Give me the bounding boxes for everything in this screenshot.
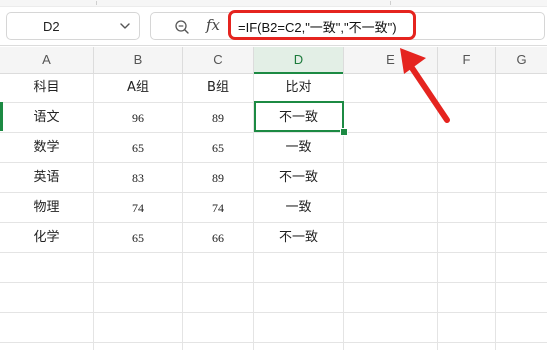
cell-result[interactable]: 不一致: [254, 163, 343, 193]
toolbar-divider: [390, 1, 391, 5]
cell-reference: D2: [43, 19, 60, 34]
grid-line: [0, 282, 547, 283]
cell-group-a[interactable]: 65: [94, 223, 182, 253]
cell-group-a[interactable]: 83: [94, 163, 182, 193]
cell-group-b[interactable]: 89: [183, 163, 253, 193]
zoom-icon[interactable]: [174, 19, 190, 35]
arrow-icon: [400, 48, 450, 123]
cell-group-a[interactable]: 74: [94, 193, 182, 223]
fill-handle[interactable]: [340, 128, 348, 136]
cell-c1[interactable]: B组: [183, 73, 253, 103]
cell-result[interactable]: 不一致: [254, 223, 343, 253]
column-header-a[interactable]: A: [0, 47, 94, 73]
column-header-b[interactable]: B: [94, 47, 183, 73]
cell-group-b[interactable]: 65: [183, 133, 253, 163]
cell-a1[interactable]: 科目: [0, 73, 93, 103]
column-header-g[interactable]: G: [496, 47, 547, 73]
cell-subject[interactable]: 数学: [0, 133, 93, 163]
cell-d1[interactable]: 比对: [254, 73, 343, 103]
cell-subject[interactable]: 语文: [0, 103, 93, 133]
column-header-c[interactable]: C: [183, 47, 254, 73]
spreadsheet-window: D2 fx =IF(B2=C2,"一致","不一致") A B C D E F …: [0, 0, 547, 350]
column-header-d[interactable]: D: [254, 47, 344, 74]
formula-highlight-box: [228, 10, 416, 40]
cell-group-b[interactable]: 89: [183, 103, 253, 133]
toolbar-divider: [96, 1, 97, 5]
fx-icon[interactable]: fx: [206, 16, 220, 34]
chevron-down-icon[interactable]: [119, 19, 131, 33]
cell-subject[interactable]: 英语: [0, 163, 93, 193]
selected-cell-outline[interactable]: [254, 101, 344, 132]
cell-group-b[interactable]: 74: [183, 193, 253, 223]
cell-result[interactable]: 一致: [254, 133, 343, 163]
cell-result[interactable]: 一致: [254, 193, 343, 223]
cell-group-a[interactable]: 96: [94, 103, 182, 133]
cell-group-a[interactable]: 65: [94, 133, 182, 163]
grid-line: [0, 342, 547, 343]
cell-subject[interactable]: 化学: [0, 223, 93, 253]
toolbar-edge: [0, 0, 547, 7]
grid-line: [495, 74, 496, 350]
cell-subject[interactable]: 物理: [0, 193, 93, 223]
grid-line: [0, 312, 547, 313]
name-box[interactable]: D2: [6, 12, 140, 40]
cell-b1[interactable]: A组: [94, 73, 182, 103]
cell-group-b[interactable]: 66: [183, 223, 253, 253]
